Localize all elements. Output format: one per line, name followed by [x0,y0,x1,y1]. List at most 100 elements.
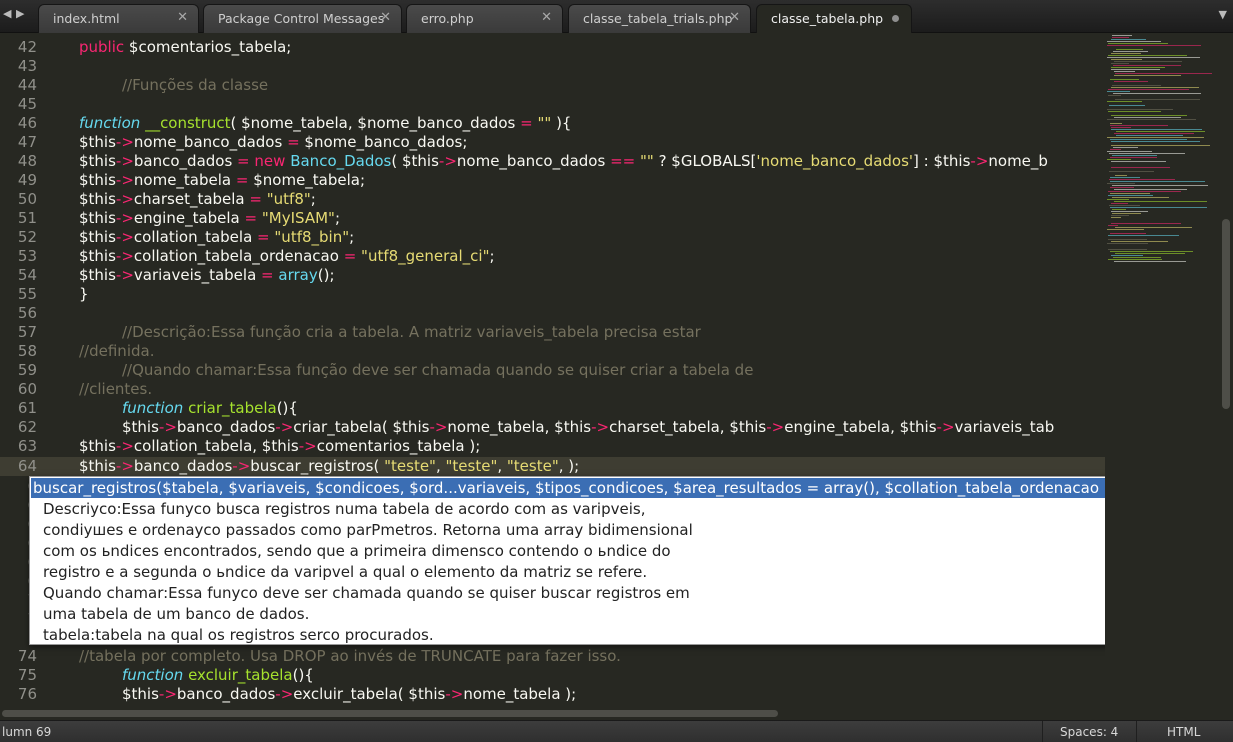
status-divider [1136,721,1137,742]
autocomplete-selected-item[interactable]: buscar_registros($tabela, $variaveis, $c… [31,478,1212,498]
line-number: 57 [17,323,37,341]
minimap-line [1109,205,1140,206]
tab-erro-php[interactable]: erro.php ✕ [406,4,563,33]
minimap-line [1110,193,1150,194]
minimap-line [1116,135,1183,136]
tab-scroll-right-icon[interactable]: ▶ [16,7,24,20]
minimap-line [1114,81,1148,82]
tab-classe-tabela-trials-php[interactable]: classe_tabela_trials.php ✕ [568,4,751,33]
line-number: 58 [17,342,37,360]
minimap-line [1107,45,1201,46]
code-line[interactable]: //tabela por completo. Usa DROP ao invés… [79,647,621,666]
minimap-line [1113,147,1138,148]
vertical-scroll-thumb[interactable] [1222,219,1230,409]
tab-label: classe_tabela_trials.php [583,11,733,26]
minimap[interactable] [1105,33,1219,720]
code-line[interactable]: $this->nome_banco_dados = $nome_banco_da… [79,133,467,152]
close-icon[interactable]: ✕ [177,10,188,25]
code-line[interactable]: $this->nome_tabela = $nome_tabela; [79,171,365,190]
tab-package-control-messages[interactable]: Package Control Messages ✕ [203,4,402,33]
minimap-line [1111,211,1148,212]
code-line[interactable]: //clientes. [79,380,152,399]
close-icon[interactable]: ✕ [380,10,391,25]
minimap-line [1115,73,1212,74]
line-number: 43 [17,57,37,75]
line-number: 74 [17,647,37,665]
code-line[interactable]: //Descrição:Essa função cria a tabela. A… [122,323,701,342]
minimap-line [1107,151,1152,152]
code-line[interactable]: public $comentarios_tabela; [79,38,291,57]
minimap-line [1112,209,1126,210]
minimap-line [1107,229,1144,230]
code-line[interactable]: //Quando chamar:Essa função deve ser cha… [122,361,753,380]
tab-label: erro.php [421,11,474,26]
code-line[interactable]: $this->collation_tabela, $this->comentar… [79,437,480,456]
tab-list-dropdown-icon[interactable]: ▼ [1219,8,1227,21]
minimap-line [1107,109,1173,110]
minimap-line [1111,127,1131,128]
line-number: 62 [17,418,37,436]
close-icon[interactable]: ✕ [729,10,740,25]
minimap-line [1113,65,1181,66]
code-line[interactable]: function criar_tabela(){ [122,399,298,418]
code-line[interactable]: $this->banco_dados->criar_tabela( $this-… [122,418,1054,437]
unsaved-dot-icon[interactable] [892,15,899,22]
tab-index-html[interactable]: index.html ✕ [38,4,199,33]
code-line[interactable]: $this->banco_dados->excluir_tabela( $thi… [122,685,576,704]
code-line[interactable]: function excluir_tabela(){ [122,666,314,685]
horizontal-scrollbar[interactable] [0,706,1105,720]
autocomplete-popup: buscar_registros($tabela, $variaveis, $c… [29,476,1217,645]
minimap-line [1113,93,1201,94]
minimap-line [1112,213,1141,214]
minimap-line [1114,61,1182,62]
indentation-setting[interactable]: Spaces: 4 [1060,725,1118,739]
syntax-mode[interactable]: HTML [1167,725,1200,739]
vertical-scrollbar[interactable] [1219,33,1233,720]
code-line-current[interactable]: $this->banco_dados->buscar_registros( "t… [79,457,579,476]
minimap-line [1114,133,1194,134]
tab-classe-tabela-php[interactable]: classe_tabela.php [756,4,912,34]
code-line[interactable]: //definida. [79,342,154,361]
line-number: 48 [17,152,37,170]
code-line[interactable]: } [79,285,89,304]
line-number: 50 [17,190,37,208]
code-line[interactable]: $this->collation_tabela_ordenacao = "utf… [79,247,495,266]
minimap-line [1112,35,1132,36]
line-number: 63 [17,437,37,455]
code-line[interactable]: function __construct( $nome_tabela, $nom… [79,114,571,133]
minimap-line [1109,179,1175,180]
minimap-line [1115,175,1127,176]
horizontal-scroll-thumb[interactable] [2,710,778,717]
minimap-line [1108,195,1153,196]
doc-line: com os ьndices encontrados, sendo que a … [43,542,671,560]
code-line[interactable]: //Funções da classe [122,76,268,95]
tab-label: classe_tabela.php [771,11,884,26]
minimap-line [1110,125,1168,126]
minimap-line [1116,131,1205,132]
code-line[interactable]: $this->banco_dados = new Banco_Dados( $t… [79,152,1048,171]
minimap-line [1111,87,1199,88]
minimap-line [1111,203,1128,204]
minimap-line [1111,145,1210,146]
minimap-line [1110,233,1146,234]
code-line[interactable]: $this->charset_tabela = "utf8"; [79,190,316,209]
line-number: 59 [17,361,37,379]
minimap-line [1115,99,1200,100]
line-number: 75 [17,666,37,684]
code-line[interactable]: $this->variaveis_tabela = array(); [79,266,335,285]
minimap-line [1112,197,1169,198]
minimap-line [1110,157,1157,158]
minimap-line [1107,159,1131,160]
line-number: 47 [17,133,37,151]
close-icon[interactable]: ✕ [541,10,552,25]
line-number: 52 [17,228,37,246]
code-line[interactable]: $this->collation_tabela = "utf8_bin"; [79,228,354,247]
minimap-line [1115,227,1192,228]
code-line[interactable]: $this->engine_tabela = "MyISAM"; [79,209,340,228]
tab-scroll-left-icon[interactable]: ◀ [3,7,11,20]
minimap-line [1111,115,1187,116]
line-number: 60 [17,380,37,398]
minimap-line [1108,239,1147,240]
minimap-line [1111,217,1121,218]
line-number: 42 [17,38,37,56]
